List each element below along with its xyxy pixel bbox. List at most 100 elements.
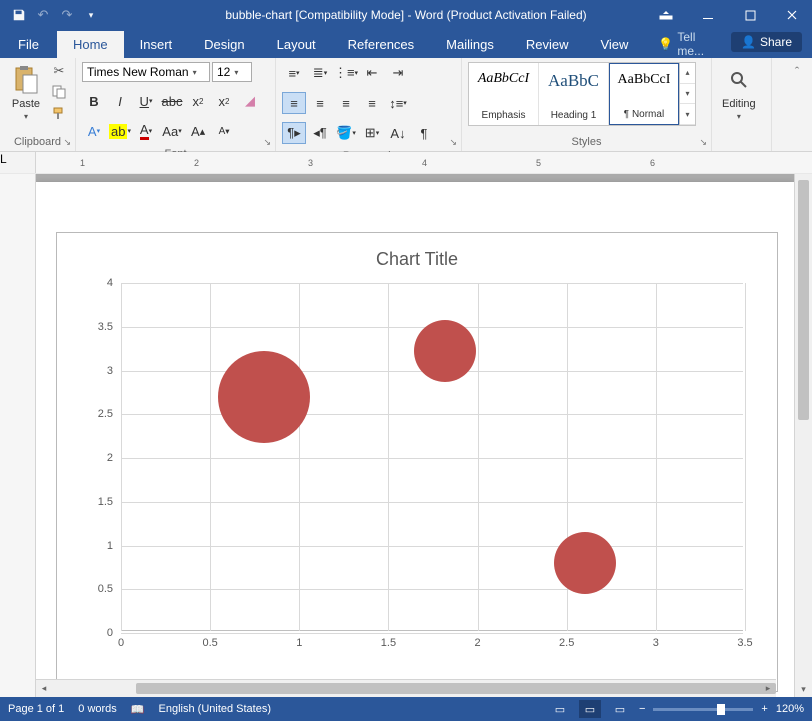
- chart-bubble[interactable]: [218, 351, 310, 443]
- font-dialog-launcher-icon[interactable]: ↘: [263, 137, 271, 148]
- collapse-ribbon-icon[interactable]: ˆ: [788, 62, 806, 80]
- numbering-icon[interactable]: ≣▾: [308, 62, 332, 84]
- bullets-icon[interactable]: ≡▾: [282, 62, 306, 84]
- style-normal[interactable]: AaBbCcI¶ Normal: [609, 63, 679, 125]
- qat-customize-icon[interactable]: ▾: [82, 6, 100, 24]
- underline-button[interactable]: U▾: [134, 90, 158, 112]
- tab-review[interactable]: Review: [510, 31, 585, 58]
- tab-file[interactable]: File: [0, 31, 57, 58]
- word-count[interactable]: 0 words: [78, 703, 117, 715]
- spellcheck-icon[interactable]: 📖: [131, 703, 145, 716]
- font-color-icon[interactable]: A▾: [134, 120, 158, 142]
- vertical-scrollbar[interactable]: ▴ ▾: [794, 174, 812, 697]
- chevron-down-icon: ▾: [193, 68, 197, 77]
- grow-font-button[interactable]: A▴: [186, 120, 210, 142]
- chart-bubble[interactable]: [414, 320, 476, 382]
- tell-me-search[interactable]: 💡Tell me...: [644, 30, 731, 58]
- gallery-more-icon[interactable]: ▾: [680, 104, 695, 125]
- style-emphasis[interactable]: AaBbCcIEmphasis: [469, 63, 539, 125]
- vertical-ruler[interactable]: [0, 174, 36, 697]
- font-size-combo[interactable]: 12▾: [212, 62, 252, 82]
- clipboard-dialog-launcher-icon[interactable]: ↘: [63, 137, 71, 148]
- sort-icon[interactable]: A↓: [386, 122, 410, 144]
- tab-references[interactable]: References: [332, 31, 430, 58]
- lightbulb-icon: 💡: [658, 37, 673, 51]
- superscript-button[interactable]: x2: [212, 90, 236, 112]
- align-left-icon[interactable]: ≡: [282, 92, 306, 114]
- ribbon-options-icon[interactable]: [646, 1, 686, 29]
- rtl-direction-icon[interactable]: ◂¶: [308, 122, 332, 144]
- copy-icon[interactable]: [50, 83, 68, 101]
- chart-bubble[interactable]: [554, 532, 616, 594]
- styles-dialog-launcher-icon[interactable]: ↘: [699, 137, 707, 148]
- font-name-combo[interactable]: Times New Roman▾: [82, 62, 210, 82]
- gallery-up-icon[interactable]: ▴: [680, 63, 695, 84]
- zoom-slider-thumb[interactable]: [717, 704, 725, 715]
- cut-icon[interactable]: ✂: [50, 62, 68, 80]
- tab-insert[interactable]: Insert: [124, 31, 189, 58]
- editing-button[interactable]: Editing ▾: [718, 62, 760, 123]
- shading-icon[interactable]: 🪣▾: [334, 122, 358, 144]
- scroll-thumb[interactable]: [798, 180, 809, 420]
- language-indicator[interactable]: English (United States): [159, 703, 272, 715]
- redo-icon[interactable]: ↷: [58, 6, 76, 24]
- document-page[interactable]: Chart Title 00.511.522.533.5400.511.522.…: [36, 182, 794, 697]
- highlight-icon[interactable]: ab▾: [108, 120, 132, 142]
- shrink-font-button[interactable]: A▾: [212, 120, 236, 142]
- minimize-icon[interactable]: [688, 1, 728, 29]
- multilevel-list-icon[interactable]: ⋮≡▾: [334, 62, 358, 84]
- status-bar: Page 1 of 1 0 words 📖 English (United St…: [0, 697, 812, 721]
- increase-indent-icon[interactable]: ⇥: [386, 62, 410, 84]
- ltr-direction-icon[interactable]: ¶▸: [282, 122, 306, 144]
- horizontal-ruler[interactable]: L 123456: [0, 152, 812, 174]
- line-spacing-icon[interactable]: ↕≡▾: [386, 92, 410, 114]
- align-center-icon[interactable]: ≡: [308, 92, 332, 114]
- style-heading1[interactable]: AaBbCHeading 1: [539, 63, 609, 125]
- zoom-in-icon[interactable]: +: [761, 703, 767, 715]
- decrease-indent-icon[interactable]: ⇤: [360, 62, 384, 84]
- tab-view[interactable]: View: [584, 31, 644, 58]
- scroll-left-icon[interactable]: ◂: [36, 680, 52, 697]
- zoom-level[interactable]: 120%: [776, 703, 804, 715]
- zoom-slider[interactable]: [653, 708, 753, 711]
- paste-button[interactable]: Paste ▾: [6, 62, 46, 123]
- print-layout-icon[interactable]: ▭: [579, 700, 601, 718]
- change-case-button[interactable]: Aa▾: [160, 120, 184, 142]
- tab-layout[interactable]: Layout: [261, 31, 332, 58]
- scroll-down-icon[interactable]: ▾: [795, 681, 812, 697]
- tab-design[interactable]: Design: [188, 31, 260, 58]
- strikethrough-button[interactable]: abc: [160, 90, 184, 112]
- gallery-down-icon[interactable]: ▾: [680, 84, 695, 105]
- gridline: [388, 283, 389, 631]
- paragraph-dialog-launcher-icon[interactable]: ↘: [449, 137, 457, 148]
- maximize-icon[interactable]: [730, 1, 770, 29]
- horizontal-scrollbar[interactable]: ◂ ▸: [36, 679, 776, 697]
- borders-icon[interactable]: ⊞▾: [360, 122, 384, 144]
- page-indicator[interactable]: Page 1 of 1: [8, 703, 64, 715]
- undo-icon[interactable]: ↶: [34, 6, 52, 24]
- embedded-chart[interactable]: Chart Title 00.511.522.533.5400.511.522.…: [56, 232, 778, 692]
- scroll-right-icon[interactable]: ▸: [760, 680, 776, 697]
- tab-home[interactable]: Home: [57, 31, 124, 58]
- tab-mailings[interactable]: Mailings: [430, 31, 510, 58]
- read-mode-icon[interactable]: ▭: [549, 700, 571, 718]
- gridline: [121, 283, 743, 284]
- text-effects-icon[interactable]: A▾: [82, 120, 106, 142]
- italic-button[interactable]: I: [108, 90, 132, 112]
- ribbon: Paste ▾ ✂ Clipboard ↘ Times New Roman▾ 1…: [0, 58, 812, 152]
- justify-icon[interactable]: ≡: [360, 92, 384, 114]
- window-title: bubble-chart [Compatibility Mode] - Word…: [225, 8, 586, 22]
- align-right-icon[interactable]: ≡: [334, 92, 358, 114]
- format-painter-icon[interactable]: [50, 104, 68, 122]
- show-marks-icon[interactable]: ¶: [412, 122, 436, 144]
- web-layout-icon[interactable]: ▭: [609, 700, 631, 718]
- share-button[interactable]: 👤Share: [731, 32, 802, 52]
- y-tick-label: 4: [107, 277, 121, 289]
- clear-formatting-icon[interactable]: ◢: [238, 90, 262, 112]
- zoom-out-icon[interactable]: −: [639, 703, 645, 715]
- scroll-thumb[interactable]: [136, 683, 776, 694]
- close-icon[interactable]: [772, 1, 812, 29]
- bold-button[interactable]: B: [82, 90, 106, 112]
- subscript-button[interactable]: x2: [186, 90, 210, 112]
- save-icon[interactable]: [10, 6, 28, 24]
